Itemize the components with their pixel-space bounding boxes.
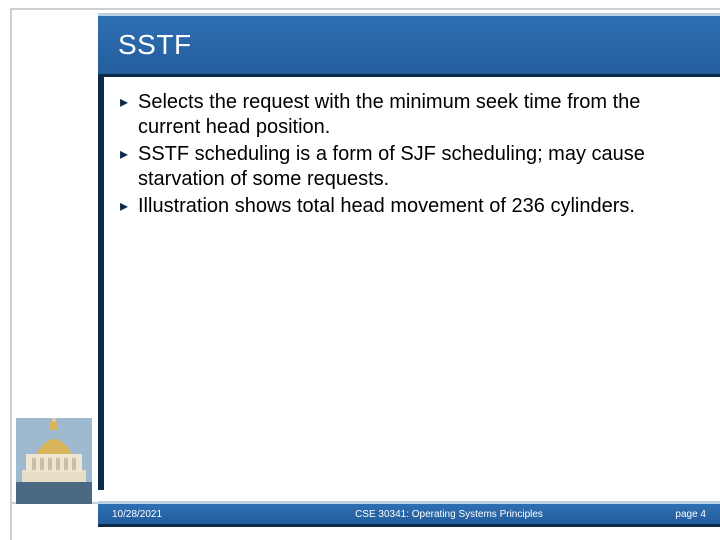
slide-title: SSTF xyxy=(118,29,192,61)
footer-date: 10/28/2021 xyxy=(98,509,248,520)
slide-body: ▸ Selects the request with the minimum s… xyxy=(120,90,690,221)
bullet-list: ▸ Selects the request with the minimum s… xyxy=(120,90,690,219)
footer-bar: 10/28/2021 CSE 30341: Operating Systems … xyxy=(98,504,720,524)
vertical-accent-bar xyxy=(98,16,104,502)
dome-logo xyxy=(16,418,92,504)
list-item: ▸ Selects the request with the minimum s… xyxy=(120,90,690,140)
bullet-text: Illustration shows total head movement o… xyxy=(138,195,635,217)
footer-course: CSE 30341: Operating Systems Principles xyxy=(248,509,650,520)
bullet-text: SSTF scheduling is a form of SJF schedul… xyxy=(138,143,645,190)
bullet-text: Selects the request with the minimum see… xyxy=(138,91,640,138)
bullet-icon: ▸ xyxy=(120,93,128,113)
list-item: ▸ SSTF scheduling is a form of SJF sched… xyxy=(120,142,690,192)
bullet-icon: ▸ xyxy=(120,197,128,217)
footer-page: page 4 xyxy=(650,509,720,520)
list-item: ▸ Illustration shows total head movement… xyxy=(120,194,690,219)
bullet-icon: ▸ xyxy=(120,145,128,165)
frame-left-line xyxy=(10,8,12,540)
frame-top-line xyxy=(10,8,720,10)
title-bar: SSTF xyxy=(98,16,720,74)
slide: SSTF ▸ Selects the request with the mini… xyxy=(0,0,720,540)
